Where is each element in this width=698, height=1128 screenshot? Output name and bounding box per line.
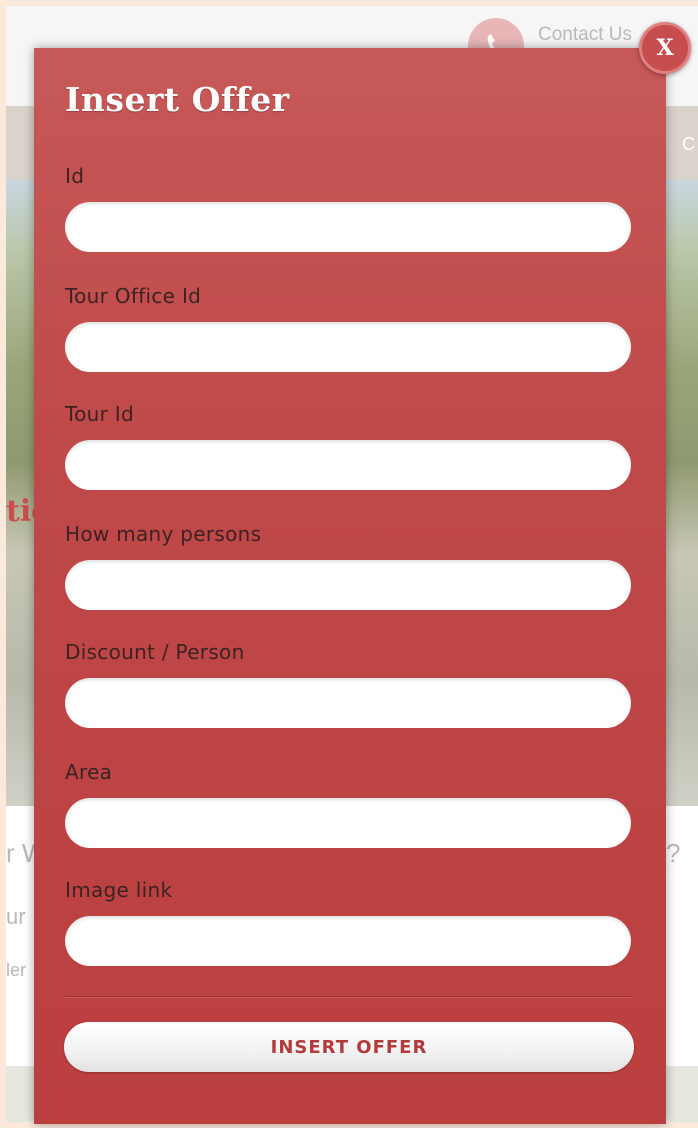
insert-offer-modal: Insert Offer Id Tour Office Id Tour Id H… — [34, 48, 666, 1124]
nav-item[interactable]: C — [682, 134, 695, 155]
image-link-input[interactable] — [65, 916, 631, 966]
close-icon: X — [656, 35, 674, 61]
tour-office-id-input[interactable] — [65, 322, 631, 372]
contact-us-link[interactable]: Contact Us — [538, 24, 632, 46]
insert-offer-button[interactable]: INSERT OFFER — [64, 1022, 634, 1072]
area-input[interactable] — [65, 798, 631, 848]
section-text: ur — [6, 904, 26, 929]
area-label: Area — [65, 760, 113, 784]
discount-per-person-input[interactable] — [65, 678, 631, 728]
id-input[interactable] — [65, 202, 631, 252]
discount-per-person-label: Discount / Person — [65, 640, 245, 664]
persons-label: How many persons — [65, 522, 262, 546]
tour-id-input[interactable] — [65, 440, 631, 490]
persons-input[interactable] — [65, 560, 631, 610]
close-button[interactable]: X — [639, 22, 691, 74]
id-label: Id — [65, 164, 85, 188]
tour-office-id-label: Tour Office Id — [65, 284, 202, 308]
section-text: ler — [6, 960, 27, 980]
modal-title: Insert Offer — [65, 80, 290, 119]
section-heading-end: ? — [666, 838, 681, 868]
image-link-label: Image link — [65, 878, 173, 902]
divider — [65, 996, 633, 997]
tour-id-label: Tour Id — [65, 402, 135, 426]
